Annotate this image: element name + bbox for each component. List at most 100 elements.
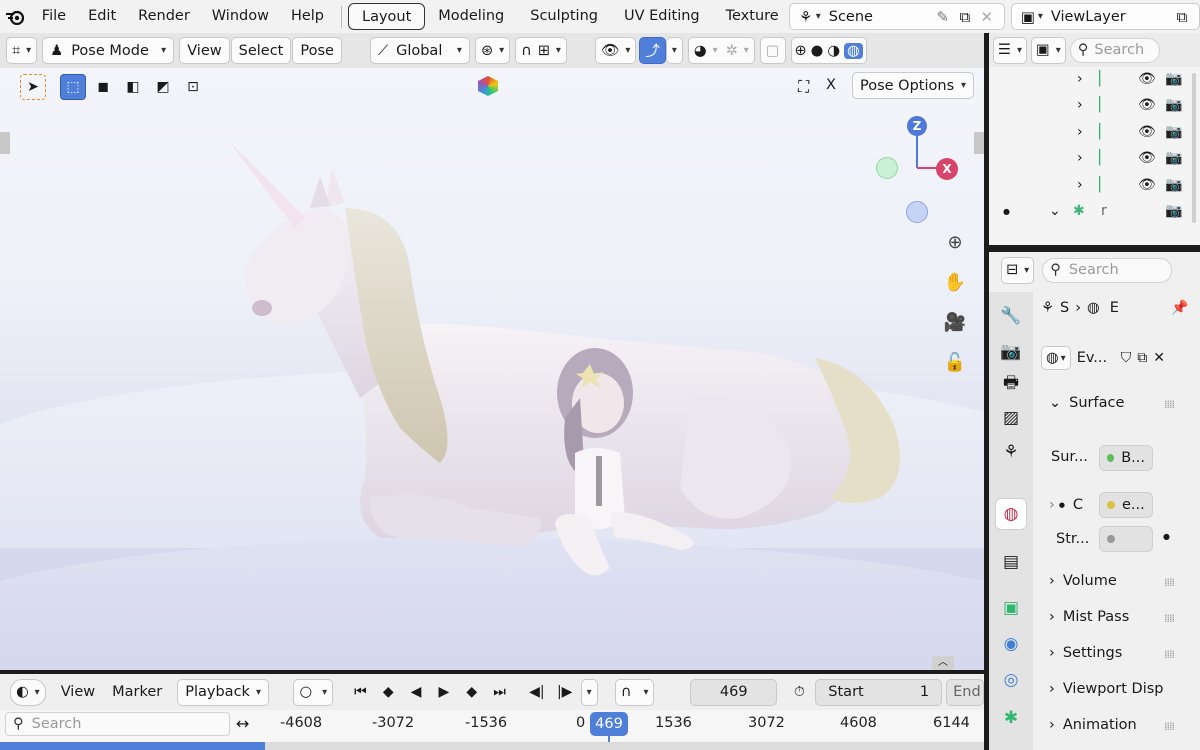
keyframe-dot-icon[interactable]: ● [1163, 532, 1170, 541]
world-datablock[interactable]: ◍ ▾ Ev... ⛉ ⧉ ✕ [1041, 346, 1165, 370]
expand-arrow-icon[interactable]: › [1077, 71, 1083, 87]
object-data-tab-icon[interactable]: ✱ [995, 702, 1027, 734]
jump-end-icon[interactable]: ⏭ [488, 684, 512, 700]
swap-arrows-icon[interactable]: ↔ [236, 714, 249, 733]
gizmo-z-axis[interactable]: Z [907, 116, 927, 136]
orientation-selector[interactable]: ⟋ Global ▾ [369, 37, 470, 64]
eye-icon[interactable]: 👁 [1138, 97, 1156, 113]
outliner-row[interactable]: › ▏ 👁 📷 [989, 119, 1200, 145]
visibility-button[interactable]: 👁 ▾ [594, 37, 637, 64]
next-keyframe-icon[interactable]: ◆ [460, 684, 484, 700]
marker-dropdown[interactable]: ▾ [580, 678, 598, 706]
eye-icon[interactable]: 👁 [1138, 150, 1156, 166]
editor-type-button[interactable]: ⌗ ▾ [6, 37, 38, 64]
gizmo-x-axis[interactable]: X [936, 158, 958, 180]
snapping-button[interactable]: ∩ ⊞ ▾ [515, 37, 567, 64]
camera-view-icon[interactable]: 🎥 [942, 309, 968, 335]
pose-menu-button[interactable]: Pose [292, 37, 342, 64]
drag-grip-icon[interactable]: ⁞⁞⁞⁞ [1164, 720, 1175, 733]
prev-keyframe-icon[interactable]: ◆ [376, 684, 400, 700]
camera-icon[interactable]: 📷 [1165, 150, 1182, 166]
drag-grip-icon[interactable]: ⁞⁞⁞⁞ [1164, 576, 1175, 589]
world-name[interactable]: Ev... [1077, 350, 1115, 366]
close-icon[interactable]: ✕ [976, 3, 998, 30]
collection-tab-icon[interactable]: ▤ [995, 546, 1027, 578]
menu-help[interactable]: Help [280, 0, 335, 33]
outliner-row[interactable]: › ▏ 👁 📷 [989, 145, 1200, 171]
menu-file[interactable]: File [31, 0, 77, 33]
current-frame-field[interactable]: 469 [689, 678, 778, 706]
expand-arrow-icon[interactable]: › [1077, 150, 1083, 166]
drag-grip-icon[interactable]: ⁞⁞⁞⁞ [1164, 612, 1175, 625]
playback-dropdown[interactable]: Playback ▾ [177, 678, 269, 706]
gizmo-neg-z-axis[interactable] [906, 201, 928, 223]
tab-modeling[interactable]: Modeling [425, 3, 517, 30]
gizmo-dropdown[interactable]: ▾ [665, 37, 683, 64]
gizmo-toggle-button[interactable]: ⤴ [639, 37, 666, 64]
pivot-point-button[interactable]: ⊛ ▾ [474, 37, 511, 64]
timeline-search-input[interactable]: ⚲ Search [5, 712, 230, 736]
gizmo-y-axis[interactable] [876, 157, 898, 179]
tool-tab-icon[interactable]: 🔧 [995, 300, 1027, 332]
outliner-editor-type[interactable]: ☰ ▾ [993, 36, 1028, 64]
view-layer-tab-icon[interactable]: ▨ [995, 402, 1027, 434]
duplicate-icon[interactable]: ⧉ [1137, 350, 1147, 366]
rendered-shading-icon[interactable]: ◍ [843, 42, 863, 59]
select-subtract-icon[interactable]: ◧ [120, 74, 146, 100]
section-animation[interactable]: › Animation [1049, 717, 1137, 733]
timeline-view-menu[interactable]: View [50, 677, 106, 707]
timeline-ruler[interactable]: ⚲ Search ↔ -4608 -3072 -1536 0 1536 3072… [0, 710, 984, 750]
display-mode-dropdown[interactable]: ▣ ▾ [1031, 36, 1066, 64]
lock-icon[interactable]: 🔓 [942, 349, 968, 375]
camera-icon[interactable]: 📷 [1165, 97, 1182, 113]
tab-sculpting[interactable]: Sculpting [517, 3, 611, 30]
select-extend-icon[interactable]: ◼ [90, 74, 116, 100]
outliner-row[interactable]: › ▏ 👁 📷 [989, 92, 1200, 118]
tab-layout[interactable]: Layout [347, 3, 426, 30]
play-icon[interactable]: ▶ [432, 684, 456, 700]
drag-grip-icon[interactable]: ⁞⁞⁞⁞ [1164, 648, 1175, 661]
drag-grip-icon[interactable]: ⁞⁞⁞⁞ [1164, 398, 1175, 411]
mirror-x-toggle[interactable]: X [826, 77, 836, 93]
play-reverse-icon[interactable]: ◀ [404, 684, 428, 700]
select-intersect-icon[interactable]: ⊡ [180, 74, 206, 100]
new-view-layer-icon[interactable]: ⧉ [1171, 3, 1193, 30]
menu-window[interactable]: Window [201, 0, 280, 33]
pan-hand-icon[interactable]: ✋ [942, 269, 968, 295]
scene-tab-icon[interactable]: ⚘ [995, 436, 1027, 468]
pose-options-dropdown[interactable]: Pose Options ▾ [852, 72, 974, 99]
color-row[interactable]: › ● C [1049, 497, 1083, 513]
zoom-icon[interactable]: ⊕ [942, 229, 968, 255]
camera-icon[interactable]: 📷 [1165, 177, 1182, 193]
fake-user-shield-icon[interactable]: ⛉ [1121, 350, 1132, 366]
select-menu-button[interactable]: Select [230, 37, 292, 64]
menu-edit[interactable]: Edit [77, 0, 127, 33]
object-tab-icon[interactable]: ▣ [995, 592, 1027, 624]
section-viewport-display[interactable]: › Viewport Disp [1049, 681, 1164, 697]
expand-arrow-icon[interactable]: › [1077, 97, 1083, 113]
next-marker-icon[interactable]: |▶ [553, 684, 577, 700]
section-surface[interactable]: ⌄ Surface [1049, 395, 1124, 411]
particles-tab-icon[interactable]: ◎ [995, 664, 1027, 696]
section-mist-pass[interactable]: › Mist Pass [1049, 609, 1129, 625]
tweak-tool-icon[interactable]: ➤ [20, 74, 46, 100]
properties-editor-type[interactable]: ⊟ ▾ [1001, 256, 1035, 284]
stopwatch-icon[interactable]: ⏱ [787, 684, 811, 700]
close-icon[interactable]: ✕ [1153, 350, 1165, 366]
expand-arrow-icon[interactable]: › [1077, 124, 1083, 140]
collapse-arrow-icon[interactable]: ⌄ [1049, 203, 1061, 219]
outliner-row[interactable]: › ▏ 👁 📷 [989, 172, 1200, 198]
3d-viewport[interactable]: ➤ ⬚ ◼ ◧ ◩ ⊡ ⛶ X Pose Options ▾ Z X ⊕ ✋ 🎥… [0, 68, 984, 670]
right-region-handle[interactable] [974, 132, 984, 154]
eye-icon[interactable]: 👁 [1138, 124, 1156, 140]
color-input-button[interactable]: e... [1099, 492, 1153, 518]
tab-texture[interactable]: Texture [713, 3, 785, 30]
world-tab-icon[interactable]: ◍ [995, 498, 1027, 530]
eye-icon[interactable]: 👁 [1138, 71, 1156, 87]
outliner-scrollbar[interactable] [1192, 73, 1196, 223]
tab-uv-editing[interactable]: UV Editing [611, 3, 713, 30]
output-tab-icon[interactable]: 🖶 [995, 368, 1027, 400]
properties-search-input[interactable]: ⚲ Search [1042, 257, 1173, 283]
timeline-collapse-arrow[interactable]: ︿ [932, 656, 954, 670]
modifier-tab-icon[interactable]: ◉ [995, 628, 1027, 660]
